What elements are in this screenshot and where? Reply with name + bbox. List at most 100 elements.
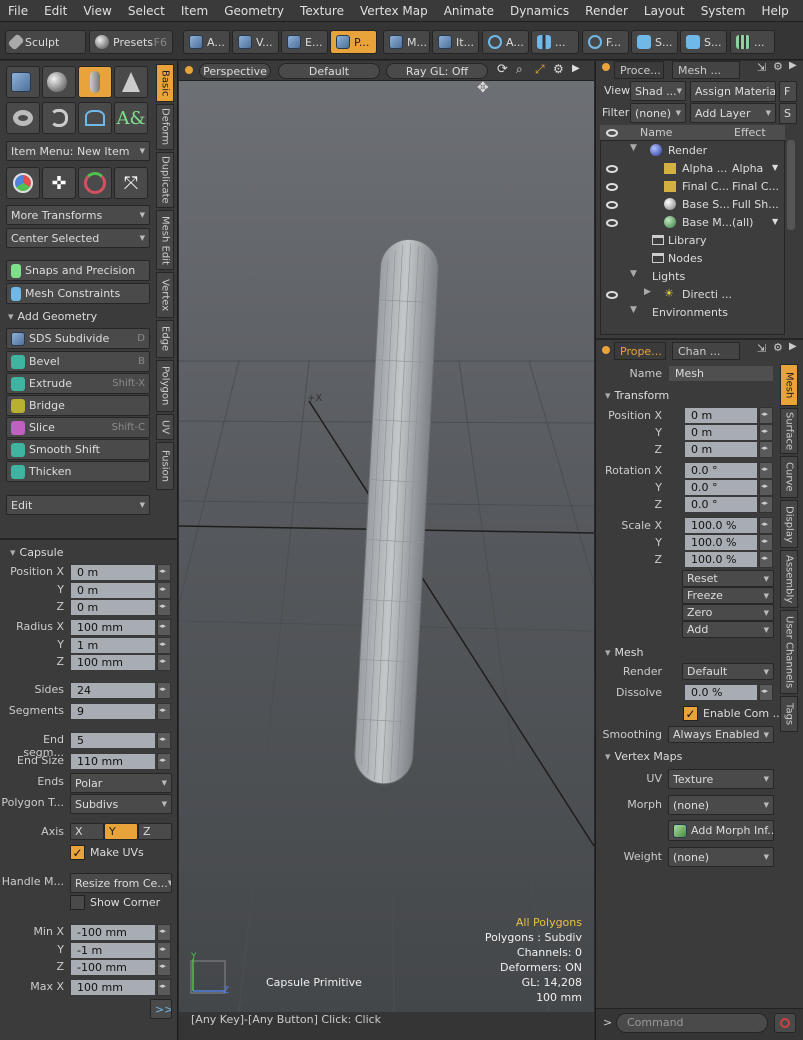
tab-properties[interactable]: Prope... xyxy=(614,342,666,360)
menu-geometry[interactable]: Geometry xyxy=(216,4,292,18)
tree-row-base-material[interactable]: Base M... (all) ▼ xyxy=(600,215,785,233)
cone-tool[interactable] xyxy=(114,66,148,98)
fit-view-icon[interactable]: ⤢ xyxy=(535,62,545,77)
position-y-spinner[interactable] xyxy=(157,582,171,599)
menu-layout[interactable]: Layout xyxy=(636,4,693,18)
snapping-button[interactable]: S... xyxy=(631,30,678,54)
make-uvs-checkbox[interactable]: ✓ xyxy=(70,845,85,860)
rotation-y-spinner[interactable] xyxy=(759,479,773,496)
tree-row-base-shader[interactable]: Base S... Full Sh... xyxy=(600,197,785,215)
render-dropdown[interactable]: Default xyxy=(682,663,774,680)
add-layer-dropdown[interactable]: Add Layer xyxy=(690,103,776,123)
max-x-field[interactable]: 100 mm xyxy=(70,979,156,996)
tab-display[interactable]: Display xyxy=(780,500,798,548)
thicken-button[interactable]: Thicken xyxy=(6,461,150,482)
tab-mesh-list[interactable]: Mesh ... xyxy=(672,61,740,79)
reset-dropdown[interactable]: Reset xyxy=(682,570,774,587)
capsule-tool[interactable] xyxy=(78,66,112,98)
add-dropdown[interactable]: Add xyxy=(682,621,774,638)
sphere-tool[interactable] xyxy=(42,66,76,98)
view-type-button[interactable]: Perspective xyxy=(199,63,271,79)
enable-command-regions-checkbox[interactable]: ✓ xyxy=(683,706,698,721)
min-y-field[interactable]: -1 m xyxy=(70,942,156,959)
tab-mesh-edit[interactable]: Mesh Edit xyxy=(156,210,174,270)
expand-arrow-icon[interactable]: ▼ xyxy=(630,143,637,153)
items-menu-dot-icon[interactable] xyxy=(602,63,610,71)
record-button[interactable] xyxy=(774,1013,796,1033)
tab-basic[interactable]: Basic xyxy=(156,64,174,102)
menu-edit[interactable]: Edit xyxy=(36,4,75,18)
eye-icon[interactable] xyxy=(606,165,618,173)
position-x-field[interactable]: 0 m xyxy=(70,564,156,581)
assign-material-button[interactable]: Assign Material xyxy=(690,81,776,102)
menu-texture[interactable]: Texture xyxy=(292,4,352,18)
handle-mode-dropdown[interactable]: Resize from Ce... xyxy=(70,873,172,893)
position-z-field[interactable]: 0 m xyxy=(70,599,156,616)
eye-icon[interactable] xyxy=(606,291,618,299)
bevel-button[interactable]: Bevel B xyxy=(6,351,150,372)
workplane-button[interactable]: S... xyxy=(680,30,727,54)
viewport-menu-dot-icon[interactable] xyxy=(185,66,193,74)
items-expand-icon[interactable]: ⇲ xyxy=(757,61,766,74)
scale-x-field[interactable]: 100.0 % xyxy=(684,517,758,534)
show-corner-checkbox[interactable] xyxy=(70,895,85,910)
tab-duplicate[interactable]: Duplicate xyxy=(156,152,174,208)
rotation-x-field[interactable]: 0.0 ° xyxy=(684,462,758,479)
layout-button[interactable]: ... xyxy=(730,30,775,54)
position-x-spinner[interactable] xyxy=(157,564,171,581)
radius-y-field[interactable]: 1 m xyxy=(70,637,156,654)
snaps-precision-button[interactable]: Snaps and Precision xyxy=(6,260,150,281)
tree-row-directional-light[interactable]: ▶ ☀ Directi ... xyxy=(600,287,785,305)
viewport-arrow-icon[interactable]: ▶ xyxy=(572,63,580,74)
tree-row-nodes[interactable]: Nodes xyxy=(600,251,785,269)
rotate-tool[interactable] xyxy=(78,167,112,199)
shader-tree-scrollbar[interactable] xyxy=(787,140,795,230)
axis-z-button[interactable]: Z xyxy=(138,823,172,840)
menu-select[interactable]: Select xyxy=(120,4,173,18)
menu-item[interactable]: Item xyxy=(173,4,216,18)
mode-polygons[interactable]: P... xyxy=(330,30,377,54)
weight-dropdown[interactable]: (none) xyxy=(668,847,774,867)
segments-spinner[interactable] xyxy=(157,703,171,720)
filter-dropdown[interactable]: (none) xyxy=(630,103,686,123)
move-tool[interactable]: ✜ xyxy=(42,167,76,199)
viewport-gear-icon[interactable]: ⚙ xyxy=(553,62,564,76)
tree-row-library[interactable]: Library xyxy=(600,233,785,251)
f-button[interactable]: F xyxy=(779,81,797,102)
expand-arrow-icon[interactable]: ▼ xyxy=(630,305,637,315)
item-menu-dropdown[interactable]: Item Menu: New Item xyxy=(6,141,150,161)
props-arrow-icon[interactable]: ▶ xyxy=(789,341,797,352)
tab-curve[interactable]: Curve xyxy=(780,456,798,498)
tab-uv[interactable]: UV xyxy=(156,414,174,440)
rotation-z-spinner[interactable] xyxy=(759,496,773,513)
scale-tool[interactable]: ⤧ xyxy=(114,167,148,199)
tree-row-alpha[interactable]: Alpha ... Alpha ▼ xyxy=(600,161,785,179)
menu-system[interactable]: System xyxy=(693,4,754,18)
tube-tool[interactable] xyxy=(42,102,76,134)
prop-position-x-spinner[interactable] xyxy=(759,407,773,424)
tree-row-render[interactable]: ▼ Render xyxy=(600,143,785,161)
axis-y-button[interactable]: Y xyxy=(104,823,138,840)
end-size-field[interactable]: 110 mm xyxy=(70,753,156,770)
zoom-icon[interactable]: ⌕ xyxy=(516,62,523,77)
morph-dropdown[interactable]: (none) xyxy=(668,795,774,815)
prop-position-y-spinner[interactable] xyxy=(759,424,773,441)
min-x-spinner[interactable] xyxy=(157,924,171,941)
dissolve-field[interactable]: 0.0 % xyxy=(684,684,758,701)
slice-button[interactable]: Slice Shift-C xyxy=(6,417,150,438)
ray-gl-button[interactable]: Ray GL: Off xyxy=(386,63,488,79)
effect-dropdown-icon[interactable]: ▼ xyxy=(772,217,778,226)
mode-materials[interactable]: M... xyxy=(383,30,430,54)
cube-tool[interactable] xyxy=(6,66,40,98)
prop-position-x-field[interactable]: 0 m xyxy=(684,407,758,424)
tab-vertex[interactable]: Vertex xyxy=(156,272,174,318)
expand-arrow-icon[interactable]: ▼ xyxy=(630,269,637,279)
tab-deform[interactable]: Deform xyxy=(156,104,174,150)
menu-view[interactable]: View xyxy=(75,4,119,18)
freeze-dropdown[interactable]: Freeze xyxy=(682,587,774,604)
center-selected-dropdown[interactable]: Center Selected xyxy=(6,228,150,248)
eye-icon[interactable] xyxy=(606,183,618,191)
min-z-spinner[interactable] xyxy=(157,959,171,976)
polygon-type-dropdown[interactable]: Subdivs xyxy=(70,794,172,814)
command-input[interactable]: Command xyxy=(616,1013,768,1033)
